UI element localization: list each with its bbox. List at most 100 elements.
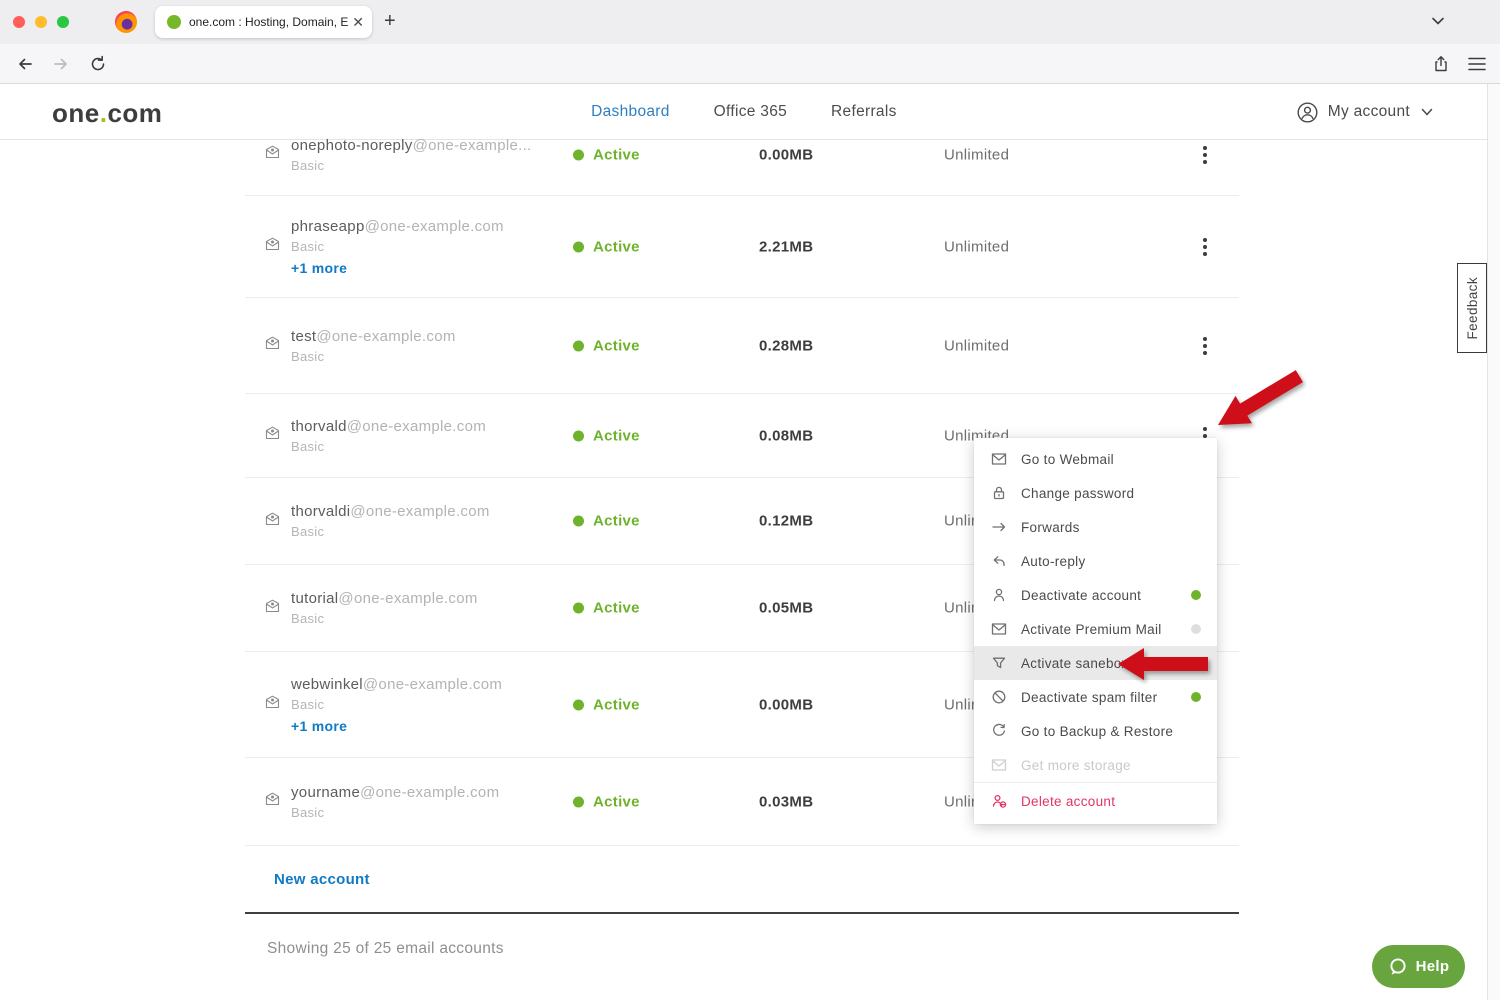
window-minimize-button[interactable] [35,16,47,28]
nav-dashboard[interactable]: Dashboard [591,103,670,121]
status-badge: Active [573,793,640,810]
status-dot-icon [573,340,584,351]
status-badge: Active [573,427,640,444]
tab-close-icon[interactable]: ✕ [352,14,364,31]
accounts-summary: Showing 25 of 25 email accounts [267,940,504,958]
reply-arrow-icon [991,553,1007,569]
mail-account-icon [265,237,280,256]
plan-label: Basic [291,158,532,173]
plan-label: Basic [291,805,499,820]
storage-limit: Unlimited [944,146,1009,163]
mail-account-icon [265,512,280,531]
menu-item-backup-restore[interactable]: Go to Backup & Restore [974,714,1217,748]
account-context-menu: Go to Webmail Change password Forwards A… [974,438,1217,824]
firefox-icon [115,11,137,33]
feedback-tab[interactable]: Feedback [1457,263,1487,353]
status-badge: Active [573,696,640,713]
plan-label: Basic [291,611,478,626]
status-badge: Active [573,146,640,163]
block-icon [991,689,1007,705]
toggle-on-dot [1191,692,1201,702]
menu-item-forwards[interactable]: Forwards [974,510,1217,544]
filter-funnel-icon [991,655,1007,671]
email-address: phraseapp@one-example.com [291,218,504,235]
reload-icon[interactable] [89,55,107,78]
new-account-button[interactable]: New account [274,871,370,888]
row-kebab-menu-icon[interactable] [1199,142,1211,168]
footer-divider [245,912,1239,914]
status-dot-icon [573,241,584,252]
storage-used: 0.08MB [759,427,813,444]
plan-label: Basic [291,239,504,254]
chat-bubble-icon [1388,957,1408,977]
nav-office-365[interactable]: Office 365 [714,103,787,121]
browser-navbar: https://www.one.com/admin/mail/overview.… [0,44,1500,84]
email-address: yourname@one-example.com [291,784,499,801]
storage-limit: Unlimited [944,337,1009,354]
toggle-on-dot [1191,590,1201,600]
more-aliases-link[interactable]: +1 more [291,718,502,734]
my-account-label: My account [1328,103,1410,121]
envelope-icon [991,621,1007,637]
plan-label: Basic [291,349,456,364]
page-scrollbar[interactable] [1487,84,1500,1000]
back-icon[interactable] [16,55,34,78]
toggle-off-dot [1191,624,1201,634]
menu-item-deactivate-spam-filter[interactable]: Deactivate spam filter [974,680,1217,714]
storage-limit: Unlimited [944,238,1009,255]
email-address: tutorial@one-example.com [291,590,478,607]
share-icon[interactable] [1432,55,1450,78]
email-address: thorvaldi@one-example.com [291,503,490,520]
storage-used: 2.21MB [759,238,813,255]
menu-item-go-to-webmail[interactable]: Go to Webmail [974,442,1217,476]
status-dot-icon [573,149,584,160]
email-address: thorvald@one-example.com [291,418,486,435]
email-address: webwinkel@one-example.com [291,676,502,693]
arrow-right-icon [991,519,1007,535]
site-header: one.com Dashboard Office 365 Referrals M… [0,84,1500,140]
onecom-logo[interactable]: one.com [52,98,162,129]
status-dot-icon [573,699,584,710]
email-address: test@one-example.com [291,328,456,345]
nav-referrals[interactable]: Referrals [831,103,897,121]
menu-item-activate-premium-mail[interactable]: Activate Premium Mail [974,612,1217,646]
person-icon [991,587,1007,603]
forward-icon[interactable] [52,55,70,78]
plan-label: Basic [291,524,490,539]
more-aliases-link[interactable]: +1 more [291,260,504,276]
my-account-menu[interactable]: My account [1297,84,1434,140]
storage-used: 0.00MB [759,146,813,163]
status-dot-icon [573,796,584,807]
menu-item-delete-account[interactable]: Delete account [974,782,1217,819]
new-tab-icon[interactable]: + [384,10,396,32]
window-close-button[interactable] [13,16,25,28]
table-row: test@one-example.com Basic Active 0.28MB… [245,298,1239,394]
tab-list-chevron-icon[interactable] [1430,13,1446,34]
red-arrow-to-sanebox [1112,646,1212,682]
help-button[interactable]: Help [1372,945,1465,988]
site-nav: Dashboard Office 365 Referrals [591,84,896,140]
status-badge: Active [573,238,640,255]
browser-tab[interactable]: one.com : Hosting, Domain, Ema ✕ [155,6,372,38]
red-arrow-to-kebab [1205,368,1305,438]
plan-label: Basic [291,697,502,712]
window-zoom-button[interactable] [57,16,69,28]
menu-item-auto-reply[interactable]: Auto-reply [974,544,1217,578]
envelope-icon [991,451,1007,467]
menu-item-get-more-storage[interactable]: Get more storage [974,748,1217,782]
padlock-icon [991,485,1007,501]
row-kebab-menu-icon[interactable] [1199,333,1211,359]
status-dot-icon [573,430,584,441]
menu-hamburger-icon[interactable] [1468,57,1486,76]
row-kebab-menu-icon[interactable] [1199,234,1211,260]
menu-item-deactivate-account[interactable]: Deactivate account [974,578,1217,612]
chevron-down-icon [1420,105,1434,119]
status-badge: Active [573,600,640,617]
mail-account-icon [265,145,280,164]
onecom-favicon [167,15,181,29]
storage-used: 0.28MB [759,337,813,354]
storage-used: 0.03MB [759,793,813,810]
tab-title: one.com : Hosting, Domain, Ema [189,15,348,29]
mail-account-icon [265,792,280,811]
menu-item-change-password[interactable]: Change password [974,476,1217,510]
